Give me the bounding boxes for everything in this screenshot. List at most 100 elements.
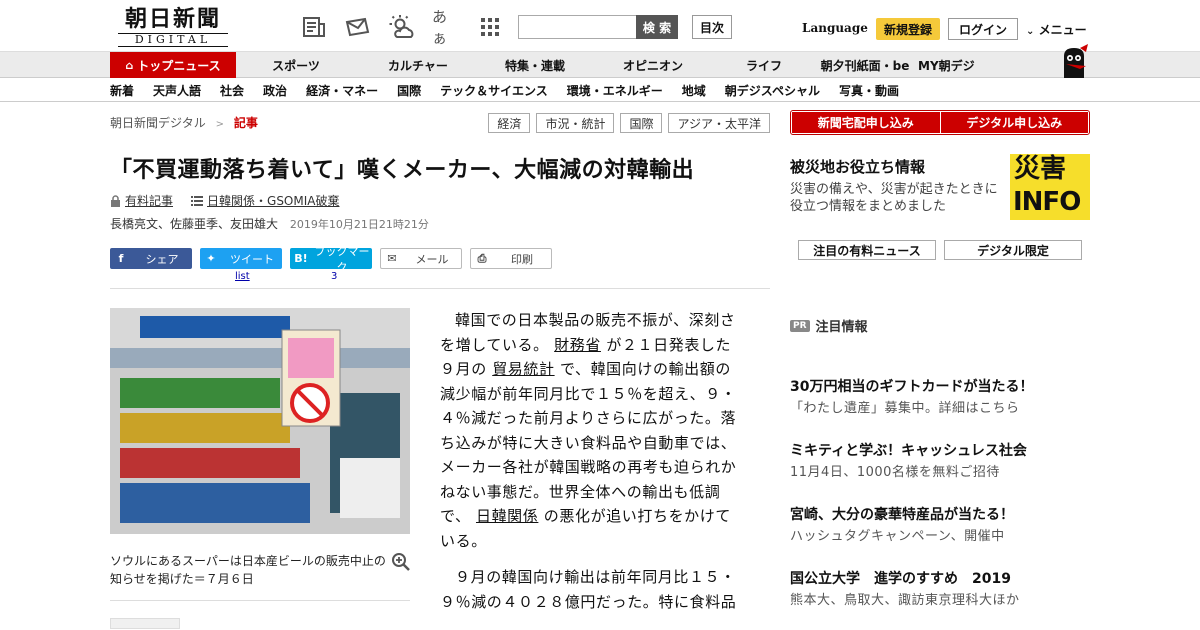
paid-news-button[interactable]: 注目の有料ニュース (798, 240, 936, 260)
pr-item[interactable]: 国公立大学 進学のすすめ 2019 熊本大、鳥取大、諏訪東京理科大ほか (790, 570, 1090, 630)
subnav-item[interactable]: 新着 (110, 82, 134, 99)
subnav-item[interactable]: 環境・エネルギー (567, 82, 663, 99)
nav-item-my-asadigi[interactable]: MY朝デジ (918, 52, 1028, 78)
pr-item-title: 30万円相当のギフトカードが当たる！ (790, 379, 1034, 395)
pr-item-title: 国公立大学 進学のすすめ 2019 (790, 571, 1011, 587)
nav-item-sports[interactable]: スポーツ (236, 52, 356, 78)
article-body: 韓国での日本製品の販売不振が、深刻さを増している。 財務省 が２１日発表した９月… (440, 308, 745, 626)
bookmark-count[interactable]: 3 (331, 271, 337, 282)
twitter-share-button[interactable]: ✦ ツイート (200, 248, 282, 269)
facebook-share-button[interactable]: f シェア (110, 248, 192, 269)
menu-label: メニュー (1038, 23, 1087, 37)
grid-apps-icon[interactable] (476, 14, 504, 40)
keyword-link-trade-stats[interactable]: 貿易統計 (492, 360, 554, 378)
weather-icon[interactable] (388, 14, 416, 40)
subnav-item[interactable]: 経済・マネー (306, 82, 378, 99)
divider (110, 288, 770, 289)
pr-item-title: ミキティと学ぶ！キャッシュレス社会 (790, 443, 1027, 459)
share-label: メール (415, 252, 449, 266)
article-meta: 有料記事 日韓関係・GSOMIA破棄 (110, 192, 339, 209)
nav-item-opinion[interactable]: オピニオン (590, 52, 716, 78)
site-header: 朝日新聞 DIGITAL あぁ 検 索 目次 Language 新規登録 ログイ… (0, 0, 1200, 52)
breadcrumb-root[interactable]: 朝日新聞デジタル (110, 116, 206, 130)
menu-button[interactable]: ⌄ メニュー (1026, 21, 1087, 38)
list-icon (191, 195, 204, 206)
subnav-item[interactable]: テック＆サイエンス (440, 82, 548, 99)
byline: 長橋亮文、佐藤亜季、友田雄大 2019年10月21日21時21分 (110, 215, 429, 232)
pr-item[interactable]: ミキティと学ぶ！キャッシュレス社会 11月4日、1000名様を無料ご招待 (790, 442, 1090, 506)
toc-button[interactable]: 目次 (692, 15, 732, 39)
nav-item-life[interactable]: ライフ (716, 52, 812, 78)
login-button[interactable]: ログイン (948, 18, 1018, 40)
font-size-label: あぁ (432, 8, 448, 47)
nav-item-features[interactable]: 特集・連載 (480, 52, 590, 78)
newsletter-icon[interactable] (344, 14, 372, 40)
article-photo[interactable] (110, 308, 410, 534)
font-size-icon[interactable]: あぁ (432, 8, 460, 47)
pr-item-title: 宮崎、大分の豪華特産品が当たる！ (790, 507, 1014, 523)
keyword-link-mof[interactable]: 財務省 (554, 336, 601, 354)
divider (110, 600, 410, 601)
tag-economy[interactable]: 経済 (488, 113, 531, 133)
print-button[interactable]: ⎙ 印刷 (470, 248, 552, 269)
nav-item-culture[interactable]: カルチャー (356, 52, 480, 78)
subscribe-cta: 新聞宅配申し込み デジタル申し込み (790, 110, 1090, 135)
zoom-icon[interactable] (391, 552, 411, 572)
pr-item[interactable]: 宮崎、大分の豪華特産品が当たる！ ハッシュタグキャンペーン、開催中 (790, 506, 1090, 570)
search-input[interactable] (518, 15, 636, 39)
share-label: ツイート (230, 252, 274, 266)
share-bar: f シェア ✦ ツイート B! ブックマーク ✉ メール ⎙ 印刷 (110, 245, 552, 274)
logo-en: DIGITAL (118, 33, 228, 47)
sidebar-buttons: 注目の有料ニュース デジタル限定 (798, 240, 1082, 260)
hatena-icon: B! (294, 252, 308, 265)
search-button[interactable]: 検 索 (636, 15, 678, 39)
article-paragraph: ９月の韓国向け輸出は前年同月比１５・９％減の４０２８億円だった。特に食料品 (440, 568, 737, 611)
subnav-item[interactable]: 朝デジスペシャル (725, 82, 820, 99)
signup-button[interactable]: 新規登録 (876, 18, 940, 40)
pr-item-sub: 11月4日、1000名様を無料ご招待 (790, 465, 1000, 480)
breadcrumb: 朝日新聞デジタル > 記事 (110, 114, 258, 131)
paper-icon[interactable] (300, 14, 328, 40)
pr-item[interactable]: 30万円相当のギフトカードが当たる！ 「わたし遺産」募集中。詳細はこちら (790, 378, 1090, 442)
site-logo[interactable]: 朝日新聞 DIGITAL (118, 7, 228, 47)
paid-article-link[interactable]: 有料記事 (125, 192, 173, 209)
share-label: 印刷 (511, 252, 533, 266)
digital-subscribe-button[interactable]: デジタル申し込み (940, 112, 1088, 133)
printer-icon: ⎙ (477, 251, 487, 265)
tag-markets[interactable]: 市況・統計 (536, 113, 615, 133)
subnav-item[interactable]: 社会 (220, 82, 244, 99)
language-link[interactable]: Language (802, 21, 868, 35)
text-run: で、韓国向けの輸出額の減少幅が前年同月比で１５％を超え、９・４％減だった前月より… (440, 360, 737, 525)
authors: 長橋亮文、佐藤亜季、友田雄大 (110, 217, 279, 231)
sub-nav: 新着 天声人語 社会 政治 経済・マネー 国際 テック＆サイエンス 環境・エネル… (0, 78, 1200, 102)
tag-asia-pacific[interactable]: アジア・太平洋 (668, 113, 770, 133)
article-title: 「不買運動落ち着いて」嘆くメーカー、大幅減の対韓輸出 (110, 158, 695, 183)
topic-link[interactable]: 日韓関係・GSOMIA破棄 (207, 192, 339, 209)
pr-heading-label: 注目情報 (815, 320, 868, 335)
share-label: ブックマーク (314, 244, 370, 274)
subnav-item[interactable]: 天声人語 (153, 82, 201, 99)
nav-item-top-news[interactable]: ⌂ トップニュース (110, 52, 236, 78)
tag-international[interactable]: 国際 (620, 113, 663, 133)
tweet-count[interactable]: list (235, 271, 250, 282)
photo-caption: ソウルにあるスーパーは日本産ビールの販売中止の知らせを掲げた＝７月６日 (110, 554, 386, 586)
second-photo-thumbnail[interactable] (110, 618, 180, 629)
disaster-logo-kanji: 災害 (1014, 154, 1067, 184)
twitter-icon: ✦ (206, 252, 216, 265)
disaster-info-logo[interactable]: 災害 INFO (1010, 154, 1090, 220)
breadcrumb-separator: > (215, 119, 224, 130)
pr-item-sub: 「わたし遺産」募集中。詳細はこちら (790, 401, 1020, 416)
digital-only-button[interactable]: デジタル限定 (944, 240, 1082, 260)
subnav-item[interactable]: 国際 (397, 82, 421, 99)
disaster-info-title[interactable]: 被災地お役立ち情報 (790, 156, 925, 177)
subnav-item[interactable]: 政治 (263, 82, 287, 99)
mail-share-button[interactable]: ✉ メール (380, 248, 462, 269)
newspaper-subscribe-button[interactable]: 新聞宅配申し込み (792, 112, 940, 133)
nav-item-paper[interactable]: 朝夕刊紙面・be (812, 52, 918, 78)
subnav-item[interactable]: 写真・動画 (839, 82, 899, 99)
pr-item-sub: ハッシュタグキャンペーン、開催中 (790, 529, 1005, 544)
keyword-link-japan-korea[interactable]: 日韓関係 (476, 507, 538, 525)
subnav-item[interactable]: 地域 (682, 82, 706, 99)
pr-item-sub: 熊本大、鳥取大、諏訪東京理科大ほか (790, 593, 1020, 608)
hatena-bookmark-button[interactable]: B! ブックマーク (290, 245, 372, 274)
